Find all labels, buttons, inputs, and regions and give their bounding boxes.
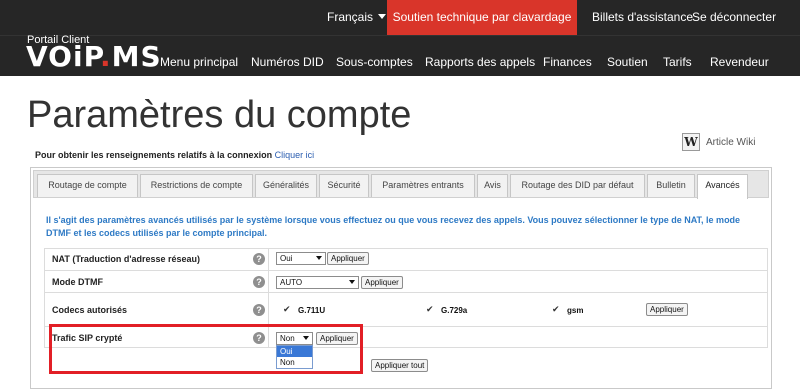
help-icon[interactable]: ? [253, 304, 265, 316]
connection-info-text: Pour obtenir les renseignements relatifs… [35, 150, 273, 160]
codec-gsm-checkbox[interactable]: ✔ [552, 304, 560, 315]
tab-bulletin[interactable]: Bulletin [647, 174, 695, 197]
logo-name-right: MS [111, 40, 162, 73]
dtmf-select-value: AUTO [280, 278, 303, 287]
nav-item-soutien[interactable]: Soutien [607, 55, 648, 69]
tab-generalites[interactable]: Généralités [255, 174, 317, 197]
wiki-link[interactable]: W Article Wiki [682, 133, 755, 151]
codec-g711u-label: G.711U [298, 306, 326, 315]
tab-parametres-entrants[interactable]: Paramètres entrants [371, 174, 475, 197]
nav-item-tarifs[interactable]: Tarifs [663, 55, 692, 69]
row-divider [268, 270, 269, 292]
connection-info: Pour obtenir les renseignements relatifs… [35, 150, 314, 160]
dropdown-arrow-icon [316, 256, 322, 260]
logo-name-left: VOiP [26, 40, 100, 73]
dtmf-apply-button[interactable]: Appliquer [361, 276, 403, 289]
nat-select-value: Oui [280, 254, 293, 263]
nav-item-rapports[interactable]: Rapports des appels [425, 55, 535, 69]
help-icon[interactable]: ? [253, 253, 265, 265]
codecs-apply-button[interactable]: Appliquer [646, 303, 688, 316]
dtmf-label: Mode DTMF [52, 277, 103, 287]
language-label: Français [327, 10, 374, 24]
intro-text: Il s'agit des paramètres avancés utilisé… [46, 215, 741, 238]
nav-item-finances[interactable]: Finances [543, 55, 592, 69]
tab-routage-compte[interactable]: Routage de compte [37, 174, 138, 197]
dtmf-select[interactable]: AUTO [276, 276, 359, 289]
dropdown-arrow-icon [349, 280, 355, 284]
setting-row-dtmf [44, 270, 768, 292]
tab-avis[interactable]: Avis [477, 174, 508, 197]
nav-item-revendeur[interactable]: Revendeur [710, 55, 769, 69]
codec-g711u-checkbox[interactable]: ✔ [283, 304, 291, 315]
row-divider [268, 248, 269, 270]
nav-item-menu-principal[interactable]: Menu principal [160, 55, 238, 69]
caret-down-icon [378, 14, 387, 19]
logo[interactable]: VOiP.MS [26, 40, 162, 73]
tab-routage-did[interactable]: Routage des DID par défaut [510, 174, 645, 197]
nav-item-sous-comptes[interactable]: Sous-comptes [336, 55, 413, 69]
apply-all-button[interactable]: Appliquer tout [371, 359, 429, 372]
codec-gsm-label: gsm [567, 306, 584, 315]
row-divider [268, 292, 269, 326]
page-title: Paramètres du compte [27, 94, 412, 136]
tickets-link[interactable]: Billets d'assistance [592, 10, 693, 24]
logo-dot: . [99, 40, 112, 73]
help-icon[interactable]: ? [253, 276, 265, 288]
tab-restrictions[interactable]: Restrictions de compte [140, 174, 253, 197]
codecs-label: Codecs autorisés [52, 305, 128, 315]
wiki-label: Article Wiki [706, 136, 756, 148]
connection-info-link[interactable]: Cliquer ici [275, 150, 315, 160]
language-selector[interactable]: Français [327, 10, 387, 24]
tab-avances[interactable]: Avancés [697, 174, 748, 199]
nat-apply-button[interactable]: Appliquer [327, 252, 369, 265]
logout-link[interactable]: Se déconnecter [692, 10, 776, 24]
nav-item-numeros-did[interactable]: Numéros DID [251, 55, 324, 69]
nat-label: NAT (Traduction d'adresse réseau) [52, 254, 201, 264]
wikipedia-icon: W [682, 133, 700, 151]
nat-select[interactable]: Oui [276, 252, 326, 265]
tab-securite[interactable]: Sécurité [319, 174, 369, 197]
codec-g729a-label: G.729a [441, 306, 468, 315]
codec-g729a-checkbox[interactable]: ✔ [426, 304, 434, 315]
support-chat-button[interactable]: Soutien technique par clavardage [387, 0, 577, 35]
highlight-box [49, 324, 363, 374]
